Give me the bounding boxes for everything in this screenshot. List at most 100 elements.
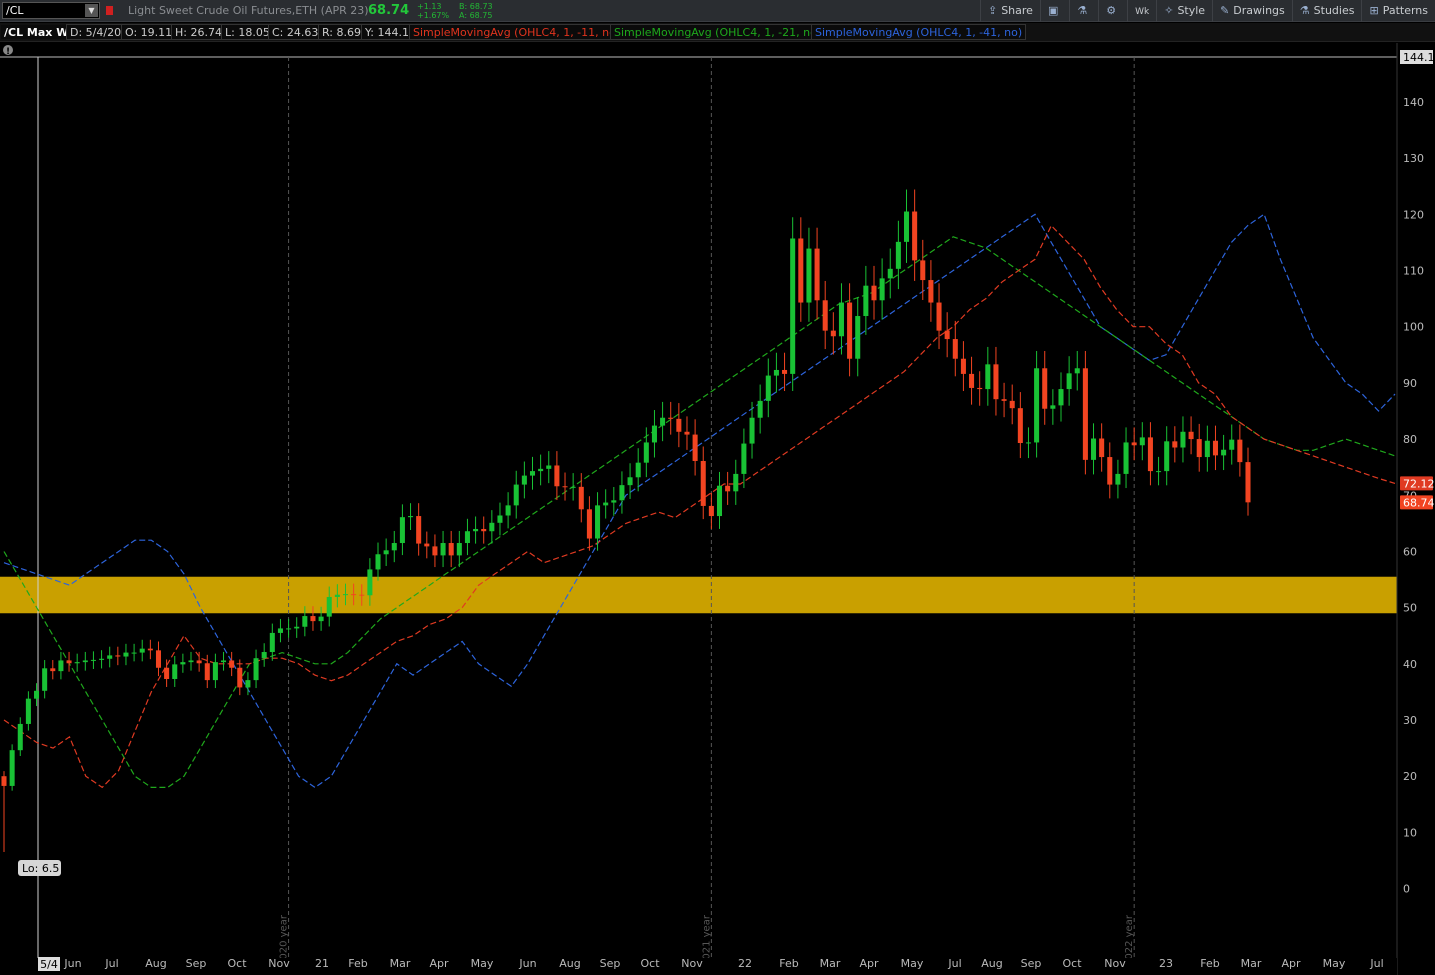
candle[interactable] [977, 387, 983, 390]
candle[interactable] [1009, 400, 1015, 409]
candle[interactable] [58, 660, 64, 672]
candle[interactable] [326, 596, 332, 617]
candle[interactable] [765, 375, 771, 401]
candle[interactable] [383, 550, 389, 555]
candle[interactable] [838, 302, 844, 337]
candle[interactable] [822, 300, 828, 331]
study-sma-green[interactable]: SimpleMovingAvg (OHLC4, 1, -21, no) [610, 24, 826, 40]
candle[interactable] [1042, 368, 1048, 409]
candle[interactable] [9, 750, 15, 786]
candle[interactable] [367, 569, 373, 596]
candle[interactable] [1034, 368, 1040, 443]
candle[interactable] [773, 369, 779, 376]
study-sma-red[interactable]: SimpleMovingAvg (OHLC4, 1, -11, no) [409, 24, 625, 40]
candle[interactable] [879, 278, 885, 301]
candle[interactable] [253, 658, 259, 681]
candle[interactable] [245, 680, 251, 688]
candle[interactable] [903, 211, 910, 242]
candle[interactable] [1172, 441, 1178, 448]
candle[interactable] [603, 502, 609, 506]
candle[interactable] [1245, 462, 1251, 503]
candle[interactable] [863, 285, 869, 317]
candle[interactable] [668, 417, 674, 419]
candle[interactable] [725, 485, 731, 492]
candle[interactable] [1156, 471, 1162, 473]
candle[interactable] [1107, 457, 1113, 485]
candle[interactable] [416, 516, 422, 544]
candle[interactable] [172, 664, 178, 679]
candle[interactable] [595, 505, 601, 539]
candle[interactable] [277, 628, 283, 633]
candle[interactable] [1212, 440, 1218, 456]
candle[interactable] [1147, 437, 1153, 472]
candle[interactable] [790, 238, 796, 374]
candle[interactable] [1082, 368, 1088, 460]
candle[interactable] [261, 652, 267, 659]
candle[interactable] [229, 660, 235, 668]
candle[interactable] [50, 668, 56, 672]
candle[interactable] [960, 358, 966, 374]
candle[interactable] [708, 505, 714, 517]
candle[interactable] [424, 543, 430, 547]
candle[interactable] [1066, 373, 1072, 390]
candle[interactable] [66, 660, 72, 664]
candle[interactable] [700, 460, 706, 506]
candle[interactable] [635, 462, 641, 478]
candle[interactable] [155, 650, 162, 668]
candle[interactable] [505, 505, 511, 516]
share-button[interactable]: ⇪ Share [979, 0, 1040, 22]
candle[interactable] [342, 594, 349, 596]
candle[interactable] [221, 660, 227, 663]
candle[interactable] [42, 668, 48, 691]
candle[interactable] [798, 238, 804, 303]
candle[interactable] [895, 241, 901, 269]
candle[interactable] [619, 485, 625, 501]
candle[interactable] [944, 330, 950, 340]
candle[interactable] [1001, 399, 1007, 401]
candle[interactable] [969, 373, 975, 388]
candle[interactable] [830, 330, 836, 337]
candle[interactable] [448, 543, 454, 556]
candle[interactable] [399, 517, 405, 544]
candle[interactable] [204, 663, 210, 681]
candle[interactable] [1139, 437, 1145, 446]
candle[interactable] [847, 302, 853, 359]
flask-button[interactable]: ⚗ [1069, 0, 1098, 22]
candle[interactable] [513, 484, 519, 506]
candle[interactable] [196, 660, 202, 664]
candle[interactable] [1196, 439, 1202, 458]
candle[interactable] [928, 280, 934, 303]
candle[interactable] [391, 543, 397, 551]
study-sma-blue[interactable]: SimpleMovingAvg (OHLC4, 1, -41, no) [811, 24, 1027, 40]
candle[interactable] [1188, 431, 1194, 440]
candle[interactable] [1204, 440, 1210, 458]
price-chart[interactable]: 2020 year 2021 year 2022 year0102030405060… [0, 43, 1435, 975]
candle[interactable] [164, 667, 170, 679]
candle[interactable] [936, 302, 942, 331]
candle[interactable] [546, 465, 552, 469]
candle[interactable] [684, 431, 690, 435]
candle[interactable] [99, 658, 105, 660]
candle[interactable] [1099, 438, 1105, 458]
candle[interactable] [578, 486, 584, 510]
candle[interactable] [334, 594, 340, 597]
candle[interactable] [676, 418, 682, 432]
candle[interactable] [212, 662, 218, 681]
candle[interactable] [554, 465, 560, 487]
candle[interactable] [1131, 442, 1137, 446]
candle[interactable] [1164, 441, 1170, 472]
candle[interactable] [318, 616, 324, 622]
candle[interactable] [660, 417, 666, 426]
candle[interactable] [814, 248, 820, 301]
candle[interactable] [1, 776, 7, 786]
candle[interactable] [473, 528, 479, 532]
snapshot-button[interactable]: ▣ [1039, 0, 1069, 22]
candle[interactable] [952, 339, 958, 359]
candle[interactable] [562, 486, 568, 488]
candle[interactable] [643, 442, 649, 463]
candle[interactable] [180, 662, 186, 665]
candle[interactable] [82, 660, 88, 663]
candle[interactable] [432, 546, 438, 556]
candle[interactable] [993, 364, 999, 400]
candle[interactable] [489, 522, 495, 532]
